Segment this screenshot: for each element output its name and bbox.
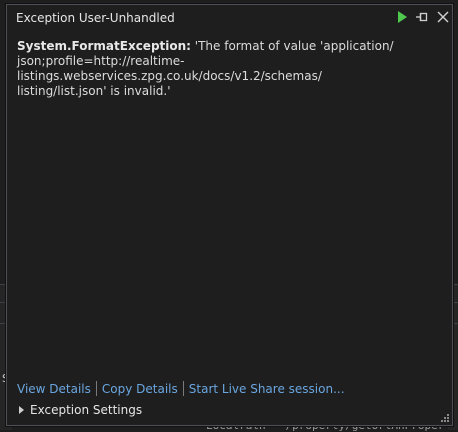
- close-button[interactable]: [435, 9, 451, 25]
- play-icon: [394, 9, 410, 25]
- popup-title: Exception User-Unhandled: [16, 11, 175, 25]
- popup-titlebar: Exception User-Unhandled: [7, 5, 452, 31]
- pin-icon: [415, 9, 431, 25]
- message-text-line3: listing/list.json' is invalid.': [17, 84, 171, 98]
- link-separator: [183, 381, 184, 396]
- exception-popup: Exception User-Unhandled System.FormatEx…: [6, 4, 453, 426]
- resize-grip-icon[interactable]: [440, 413, 450, 423]
- copy-details-link[interactable]: Copy Details: [102, 382, 178, 396]
- pin-button[interactable]: [415, 9, 431, 25]
- message-text-line1: 'The format of value 'application/: [191, 39, 394, 53]
- view-details-link[interactable]: View Details: [17, 382, 91, 396]
- exception-type: System.FormatException:: [17, 39, 191, 53]
- continue-button[interactable]: [394, 9, 410, 25]
- exception-message: System.FormatException: 'The format of v…: [17, 39, 443, 99]
- close-icon: [435, 9, 451, 25]
- live-share-link[interactable]: Start Live Share session...: [189, 382, 345, 396]
- exception-settings-toggle[interactable]: Exception Settings: [17, 403, 142, 417]
- action-links: View Details Copy Details Start Live Share…: [17, 381, 345, 396]
- exception-settings-label: Exception Settings: [30, 403, 142, 417]
- link-separator: [96, 381, 97, 396]
- message-text-line2: json;profile=http://realtime-listings.we…: [17, 54, 322, 83]
- expand-arrow-icon: [19, 406, 24, 414]
